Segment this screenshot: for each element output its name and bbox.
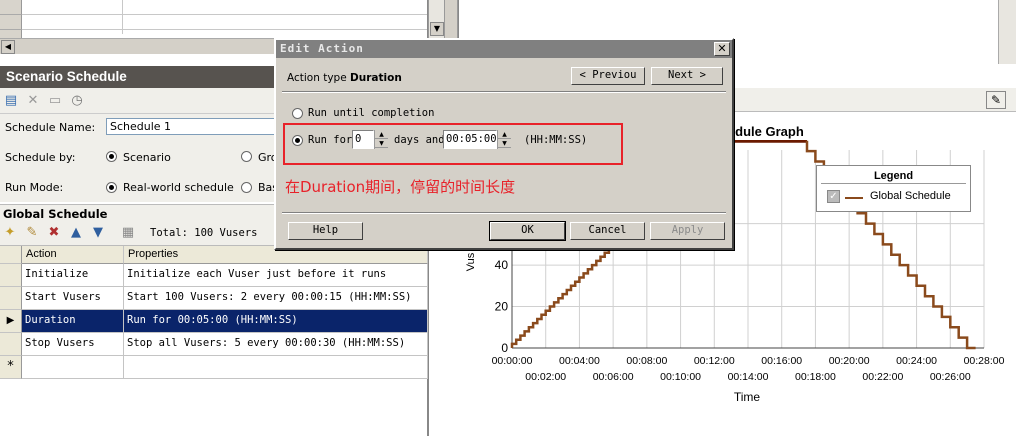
- schedule-by-label: Schedule by:: [5, 151, 76, 164]
- help-button[interactable]: Help: [288, 222, 363, 240]
- ok-button[interactable]: OK: [489, 221, 566, 241]
- delete-action-icon[interactable]: ✖: [46, 225, 62, 241]
- table-row-action-selected[interactable]: Duration: [22, 310, 124, 333]
- y-tick-label: 40: [495, 258, 509, 272]
- table-row-action[interactable]: Initialize: [22, 264, 124, 287]
- schedule-clock-icon[interactable]: ◷: [69, 93, 85, 109]
- top-grid-divider: [122, 0, 123, 34]
- top-grid: [0, 0, 428, 42]
- action-type-label-text: Action type: [287, 72, 347, 84]
- previous-button[interactable]: < Previou: [571, 67, 645, 85]
- selected-row-marker[interactable]: ▶: [0, 310, 22, 333]
- new-row-properties[interactable]: [124, 356, 428, 379]
- close-icon[interactable]: ✕: [714, 42, 730, 56]
- move-up-icon[interactable]: ▲: [68, 225, 84, 241]
- apply-button[interactable]: Apply: [650, 222, 725, 240]
- next-button[interactable]: Next >: [651, 67, 723, 85]
- x-tick-label: 00:20:00: [829, 355, 870, 367]
- schedule-by-scenario-label: Scenario: [123, 151, 171, 164]
- table-row-properties[interactable]: Initialize each Vuser just before it run…: [124, 264, 428, 287]
- x-tick-label: 00:12:00: [694, 355, 735, 367]
- y-axis-label: Vus: [465, 252, 477, 271]
- y-tick-label: 20: [495, 300, 509, 314]
- run-mode-real-world-label: Real-world schedule: [123, 181, 234, 194]
- legend-checkbox[interactable]: ✓: [827, 190, 840, 203]
- move-down-icon[interactable]: ▼: [90, 225, 106, 241]
- x-tick-label: 00:04:00: [559, 355, 600, 367]
- chart-legend: Legend ✓ Global Schedule: [816, 165, 971, 212]
- y-tick-label: 0: [501, 341, 508, 355]
- dialog-divider: [282, 212, 726, 214]
- dialog-title: Edit Action: [280, 42, 364, 55]
- run-until-completion-label: Run until completion: [308, 107, 435, 119]
- scroll-left-icon[interactable]: ◀: [1, 40, 15, 54]
- legend-title: Legend: [821, 166, 966, 184]
- total-vusers-label: Total: 100 Vusers: [150, 227, 258, 239]
- annotation-text: 在Duration期间，停留的时间长度: [285, 178, 516, 196]
- new-row-action[interactable]: [22, 356, 124, 379]
- new-schedule-icon[interactable]: ▤: [3, 93, 19, 109]
- table-row-properties-selected[interactable]: Run for 00:05:00 (HH:MM:SS): [124, 310, 428, 333]
- new-row-marker[interactable]: *: [0, 356, 22, 379]
- run-mode-real-world-radio[interactable]: [106, 182, 117, 193]
- schedule-name-input[interactable]: Schedule 1: [106, 118, 281, 135]
- table-row-action[interactable]: Start Vusers: [22, 287, 124, 310]
- scroll-down-icon[interactable]: ▼: [430, 22, 444, 36]
- x-tick-label: 00:10:00: [660, 371, 701, 383]
- legend-swatch: [845, 197, 863, 199]
- x-tick-label: 00:16:00: [761, 355, 802, 367]
- top-grid-row: [0, 0, 427, 15]
- row-header[interactable]: [0, 264, 22, 287]
- x-tick-label: 00:02:00: [525, 371, 566, 383]
- top-grid-rowhead: [0, 15, 22, 30]
- table-row-properties[interactable]: Start 100 Vusers: 2 every 00:00:15 (HH:M…: [124, 287, 428, 310]
- dialog-divider: [282, 91, 726, 93]
- top-grid-vertical-scrollbar[interactable]: ▼: [428, 0, 444, 38]
- cancel-button[interactable]: Cancel: [570, 222, 645, 240]
- x-axis-label: Time: [734, 390, 761, 404]
- delete-schedule-icon[interactable]: ✕: [25, 93, 41, 109]
- top-grid-row: [0, 15, 427, 30]
- schedule-by-scenario-radio[interactable]: [106, 151, 117, 162]
- x-tick-label: 00:26:00: [930, 371, 971, 383]
- x-tick-label: 00:18:00: [795, 371, 836, 383]
- action-type-label: Action type Duration: [287, 72, 402, 84]
- rename-schedule-icon[interactable]: ▭: [47, 93, 63, 109]
- x-tick-label: 00:22:00: [862, 371, 903, 383]
- x-tick-label: 00:24:00: [896, 355, 937, 367]
- x-tick-label: 00:06:00: [593, 371, 634, 383]
- global-schedule-grid: Action Properties Initialize Initialize …: [0, 246, 428, 436]
- run-mode-label: Run Mode:: [5, 181, 64, 194]
- schedule-name-label: Schedule Name:: [5, 121, 96, 134]
- legend-entry: Global Schedule: [870, 190, 951, 202]
- row-header[interactable]: [0, 287, 22, 310]
- edit-action-icon[interactable]: ✎: [24, 225, 40, 241]
- top-grid-rowhead: [0, 0, 22, 15]
- details-icon[interactable]: ▦: [120, 225, 136, 241]
- x-tick-label: 00:28:00: [964, 355, 1005, 367]
- action-type-value: Duration: [350, 72, 402, 84]
- row-header[interactable]: [0, 333, 22, 356]
- x-tick-label: 00:14:00: [728, 371, 769, 383]
- column-header-action[interactable]: Action: [22, 246, 124, 264]
- add-action-icon[interactable]: ✦: [2, 225, 18, 241]
- x-tick-label: 00:00:00: [492, 355, 533, 367]
- run-until-completion-radio[interactable]: [292, 108, 303, 119]
- run-mode-basic-radio[interactable]: [241, 182, 252, 193]
- table-row-action[interactable]: Stop Vusers: [22, 333, 124, 356]
- table-row-properties[interactable]: Stop all Vusers: 5 every 00:00:30 (HH:MM…: [124, 333, 428, 356]
- grid-corner: [0, 246, 22, 264]
- graph-options-icon[interactable]: ✎: [986, 91, 1006, 109]
- top-right-scrollbar[interactable]: [998, 0, 1016, 64]
- schedule-by-group-radio[interactable]: [241, 151, 252, 162]
- annotation-highlight-box: [283, 123, 623, 165]
- x-tick-label: 00:08:00: [626, 355, 667, 367]
